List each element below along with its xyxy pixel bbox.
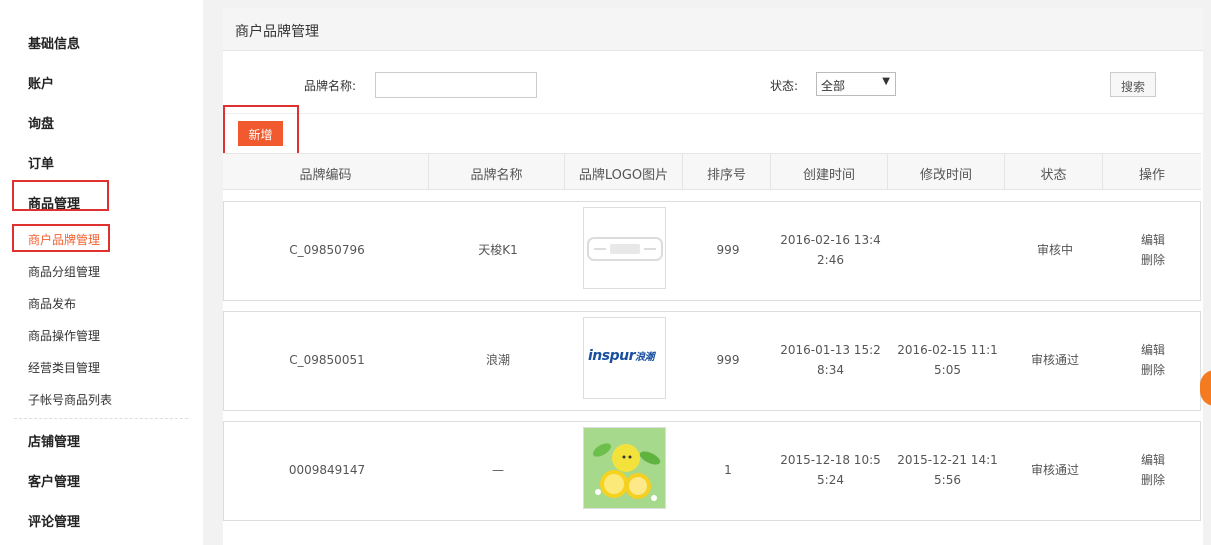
cell-brand-code: C_09850796 [289,243,365,257]
cell-modified: 2015-12-21 14:1 5:56 [889,450,1006,490]
nav-customer-management[interactable]: 客户管理 [28,471,80,490]
col-brand-logo: 品牌LOGO图片 [565,154,683,189]
table-row: C_09850796 天梭K1 999 2016-02-16 13:4 2:46… [223,201,1201,301]
created-date-line2: 2:46 [817,253,844,267]
cell-sort: 1 [724,463,732,477]
status-select-value: 全部 [821,79,846,93]
cell-created: 2016-01-13 15:2 8:34 [772,340,889,380]
brand-name-label: 品牌名称: [304,79,357,93]
page-title: 商户品牌管理 [223,8,1203,51]
highlight-box-brand-management [12,224,110,252]
brand-logo-placeholder [583,207,666,289]
modified-date-line2: 5:05 [934,363,961,377]
modified-date-line1: 2015-12-21 14:1 [897,453,998,467]
edit-link[interactable]: 编辑 [1104,230,1202,250]
nav-review-management[interactable]: 评论管理 [28,511,80,530]
brand-logo-inspur: inspur浪潮 [583,317,666,399]
col-actions: 操作 [1138,168,1165,183]
created-date-line1: 2016-01-13 15:2 [780,343,881,357]
nav-inquiry[interactable]: 询盘 [28,113,54,132]
nav-orders[interactable]: 订单 [28,153,54,172]
cell-status: 审核中 [1036,243,1073,257]
cell-brand-name: — [492,463,504,477]
sidebar-item-product-publish[interactable]: 商品发布 [28,295,76,312]
lemon-image-icon [584,428,665,508]
sidebar-item-business-categories[interactable]: 经营类目管理 [28,359,100,376]
nav-account[interactable]: 账户 [28,73,54,92]
table-header: 品牌编码 品牌名称 品牌LOGO图片 排序号 创建时间 修改时间 状态 操作 [223,153,1201,190]
placeholder-logo-icon [587,237,663,261]
cell-brand-code: C_09850051 [289,353,365,367]
col-brand-name: 品牌名称 [429,154,565,189]
modified-date-line1: 2016-02-15 11:1 [897,343,998,357]
nav-store-management[interactable]: 店铺管理 [28,431,80,450]
cell-brand-code: 0009849147 [288,463,366,477]
inspur-logo-text: inspur [588,348,636,364]
created-date-line2: 8:34 [817,363,844,377]
col-sort: 排序号 [683,154,771,189]
cell-brand-name: 浪潮 [485,353,510,367]
cell-actions: 编辑 删除 [1104,340,1202,380]
status-select[interactable]: 全部 ▼ [816,72,896,96]
sidebar: 基础信息 账户 询盘 订单 商品管理 商户品牌管理 商品分组管理 商品发布 商品… [0,0,203,545]
modified-date-line2: 5:56 [934,473,961,487]
sidebar-item-product-operations[interactable]: 商品操作管理 [28,327,100,344]
created-date-line2: 5:24 [817,473,844,487]
edit-link[interactable]: 编辑 [1104,450,1202,470]
inspur-logo-cn: 浪潮 [635,352,655,363]
search-button[interactable]: 搜索 [1110,72,1156,97]
cell-sort: 999 [716,243,740,257]
cell-status: 审核通过 [1030,353,1079,367]
delete-link[interactable]: 删除 [1104,470,1202,490]
table-row: C_09850051 浪潮 inspur浪潮 999 2016-01-13 15… [223,311,1201,411]
filter-divider [223,113,1203,114]
delete-link[interactable]: 删除 [1104,250,1202,270]
col-created: 创建时间 [771,154,888,189]
cell-brand-name: 天梭K1 [478,243,518,257]
table-row: 0009849147 — 1 2015-12-18 10:5 5:24 2015… [223,421,1201,521]
caret-down-icon: ▼ [882,76,890,87]
main-panel: 商户品牌管理 品牌名称: 状态: 全部 ▼ 搜索 新增 品牌编码 品牌名称 品牌… [223,8,1203,545]
highlight-box-product-management [12,180,109,211]
delete-link[interactable]: 删除 [1104,360,1202,380]
nav-basic-info[interactable]: 基础信息 [28,33,80,52]
col-modified: 修改时间 [888,154,1005,189]
cell-created: 2015-12-18 10:5 5:24 [772,450,889,490]
brand-name-input[interactable] [375,72,537,98]
edit-link[interactable]: 编辑 [1104,340,1202,360]
cell-created: 2016-02-16 13:4 2:46 [772,230,889,270]
sidebar-item-product-groups[interactable]: 商品分组管理 [28,263,100,280]
cell-status: 审核通过 [1030,463,1079,477]
col-status: 状态 [1005,154,1103,189]
sidebar-divider [14,418,188,419]
cell-sort: 999 [716,353,740,367]
cell-modified: 2016-02-15 11:1 5:05 [889,340,1006,380]
brand-logo-lemon [583,427,666,509]
cell-actions: 编辑 删除 [1104,230,1202,270]
created-date-line1: 2016-02-16 13:4 [780,233,881,247]
sidebar-item-subaccount-products[interactable]: 子帐号商品列表 [28,391,112,408]
col-brand-code: 品牌编码 [223,154,429,189]
created-date-line1: 2015-12-18 10:5 [780,453,881,467]
status-label: 状态: [770,79,799,93]
cell-actions: 编辑 删除 [1104,450,1202,490]
